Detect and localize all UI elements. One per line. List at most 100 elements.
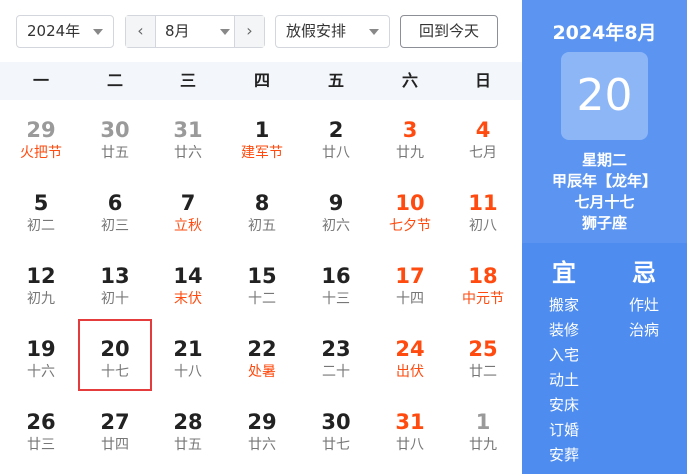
- day-cell[interactable]: 12 初九: [4, 246, 78, 318]
- yi-list: 搬家 装修 入宅 动土 安床 订婚 安葬: [534, 293, 594, 468]
- lunar-label: 初三: [101, 218, 129, 234]
- lunar-label: 廿六: [248, 437, 276, 453]
- day-number: 22: [247, 337, 277, 361]
- back-to-today-button[interactable]: 回到今天: [400, 15, 498, 48]
- yi-item: 动土: [548, 371, 579, 389]
- day-number: 15: [247, 264, 277, 288]
- day-cell[interactable]: 15 十二: [225, 246, 299, 318]
- weekday-text: 星期二: [581, 151, 627, 169]
- lunar-label: 廿九: [396, 145, 424, 161]
- day-cell[interactable]: 27 廿四: [78, 392, 152, 464]
- day-number: 19: [26, 337, 56, 361]
- holiday-select[interactable]: 放假安排: [275, 15, 390, 48]
- day-cell[interactable]: 30 廿五: [78, 100, 152, 172]
- lunar-label: 廿八: [322, 145, 350, 161]
- day-number: 11: [468, 191, 498, 215]
- day-number: 18: [468, 264, 498, 288]
- ji-column: 忌 作灶 治病: [614, 243, 674, 343]
- day-cell[interactable]: 2 廿八: [299, 100, 373, 172]
- day-number: 29: [26, 118, 56, 142]
- day-cell[interactable]: 30 廿七: [299, 392, 373, 464]
- year-select[interactable]: 2024年: [16, 15, 114, 48]
- chevron-down-icon: [93, 29, 103, 35]
- day-number: 31: [395, 410, 425, 434]
- chevron-down-icon: [369, 29, 379, 35]
- yi-item: 搬家: [548, 296, 579, 314]
- day-cell[interactable]: 29 廿六: [225, 392, 299, 464]
- yi-item: 装修: [548, 321, 579, 339]
- lunar-label: 十八: [174, 364, 202, 380]
- lunar-label: 廿六: [174, 145, 202, 161]
- day-cell[interactable]: 25 廿二: [446, 319, 520, 391]
- day-cell[interactable]: 11 初八: [446, 173, 520, 245]
- selected-day-number: 20: [561, 52, 648, 140]
- day-number: 21: [173, 337, 203, 361]
- day-summary: 2024年8月 20 星期二 甲辰年【龙年】 七月十七 狮子座: [522, 0, 687, 243]
- day-cell[interactable]: 8 初五: [225, 173, 299, 245]
- day-cell[interactable]: 22 处暑: [225, 319, 299, 391]
- day-cell[interactable]: 23 二十: [299, 319, 373, 391]
- lunar-date-text: 七月十七: [574, 193, 635, 211]
- day-cell[interactable]: 18 中元节: [446, 246, 520, 318]
- yi-item: 安床: [548, 396, 579, 414]
- day-cell[interactable]: 26 廿三: [4, 392, 78, 464]
- day-detail-panel: 2024年8月 20 星期二 甲辰年【龙年】 七月十七 狮子座 宜 搬家 装修 入宅…: [522, 0, 687, 474]
- calendar-main: 2024年 ‹ 8月 › 放假安排 回到今天 一 二 三 四 五 六 日 29 火…: [0, 0, 522, 474]
- day-number: 28: [173, 410, 203, 434]
- calendar-grid: 29 火把节 30 廿五 31 廿六 1 建军节 2 廿八 3 廿九 4 七月 5 初二 6 初三 7 立秋 8 初五 9 初…: [0, 100, 522, 474]
- day-cell[interactable]: 9 初六: [299, 173, 373, 245]
- weekday-label: 日: [474, 71, 491, 90]
- lunar-label: 火把节: [20, 145, 62, 161]
- almanac-section: 宜 搬家 装修 入宅 动土 安床 订婚 安葬 忌 作灶 治病: [522, 243, 687, 474]
- lunar-label: 廿九: [469, 437, 497, 453]
- year-select-value: 2024年: [27, 22, 81, 40]
- day-cell[interactable]: 28 廿五: [151, 392, 225, 464]
- day-cell[interactable]: 1 建军节: [225, 100, 299, 172]
- month-select-value[interactable]: 8月: [165, 16, 190, 47]
- day-cell[interactable]: 7 立秋: [151, 173, 225, 245]
- ji-heading: 忌: [632, 259, 656, 287]
- lunar-label: 十三: [322, 291, 350, 307]
- lunar-label: 廿三: [27, 437, 55, 453]
- day-cell[interactable]: 31 廿六: [151, 100, 225, 172]
- chevron-left-icon: ‹: [137, 21, 144, 40]
- day-cell[interactable]: 31 廿八: [373, 392, 447, 464]
- day-number: 1: [254, 118, 270, 142]
- day-cell[interactable]: 17 十四: [373, 246, 447, 318]
- day-cell[interactable]: 14 末伏: [151, 246, 225, 318]
- day-cell-selected[interactable]: 20 十七: [78, 319, 152, 391]
- day-number: 10: [395, 191, 425, 215]
- weekday-header: 一 二 三 四 五 六 日: [0, 62, 522, 100]
- day-cell[interactable]: 16 十三: [299, 246, 373, 318]
- chevron-down-icon[interactable]: [220, 29, 230, 35]
- day-cell[interactable]: 1 廿九: [446, 392, 520, 464]
- yi-item: 安葬: [548, 446, 579, 464]
- next-month-button[interactable]: ›: [234, 16, 264, 47]
- day-cell[interactable]: 19 十六: [4, 319, 78, 391]
- day-number: 1: [475, 410, 491, 434]
- day-cell[interactable]: 3 廿九: [373, 100, 447, 172]
- day-cell[interactable]: 13 初十: [78, 246, 152, 318]
- day-number: 4: [475, 118, 491, 142]
- weekday-label: 二: [106, 71, 123, 90]
- ji-item: 作灶: [628, 296, 659, 314]
- lunar-label: 廿八: [396, 437, 424, 453]
- day-cell[interactable]: 5 初二: [4, 173, 78, 245]
- day-number: 7: [180, 191, 196, 215]
- day-number: 17: [395, 264, 425, 288]
- day-cell[interactable]: 24 出伏: [373, 319, 447, 391]
- lunar-label: 十六: [27, 364, 55, 380]
- day-cell[interactable]: 29 火把节: [4, 100, 78, 172]
- day-cell[interactable]: 4 七月: [446, 100, 520, 172]
- lunar-label: 廿五: [174, 437, 202, 453]
- day-number: 31: [173, 118, 203, 142]
- day-cell[interactable]: 10 七夕节: [373, 173, 447, 245]
- prev-month-button[interactable]: ‹: [126, 16, 156, 47]
- day-number: 8: [254, 191, 270, 215]
- lunar-label: 出伏: [396, 364, 424, 380]
- lunar-label: 初八: [469, 218, 497, 234]
- yi-item: 入宅: [548, 346, 579, 364]
- day-cell[interactable]: 6 初三: [78, 173, 152, 245]
- day-number: 16: [321, 264, 351, 288]
- day-cell[interactable]: 21 十八: [151, 319, 225, 391]
